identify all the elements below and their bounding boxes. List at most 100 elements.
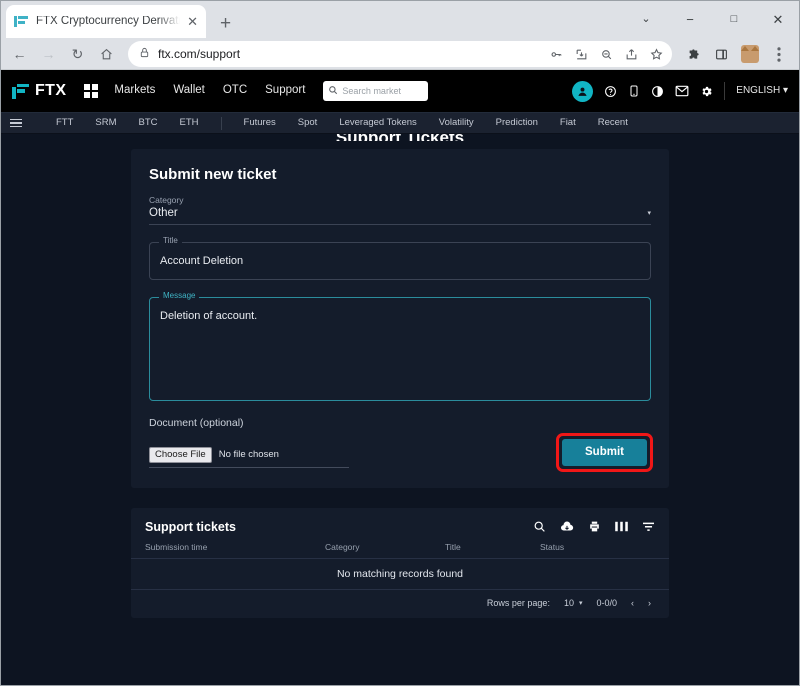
submit-highlight-box: Submit <box>556 432 653 473</box>
nav-divider <box>724 82 726 100</box>
tab-title: FTX Cryptocurrency Derivatives E <box>36 15 181 27</box>
file-input[interactable]: Choose File No file chosen <box>149 446 349 469</box>
bookmark-star-icon[interactable] <box>644 42 668 66</box>
language-label: ENGLISH <box>736 85 781 96</box>
sub-nav-btc[interactable]: BTC <box>139 118 158 128</box>
support-tickets-card: Support tickets Submission time Category… <box>131 508 669 619</box>
key-icon[interactable] <box>544 42 568 66</box>
column-submission-time[interactable]: Submission time <box>145 543 325 552</box>
account-icon[interactable] <box>572 80 594 102</box>
rows-per-page-select[interactable]: 10 ▾ <box>564 599 583 608</box>
chrome-menu-icon[interactable] <box>765 41 792 68</box>
market-search-input[interactable]: Search market <box>323 81 429 101</box>
settings-gear-icon[interactable] <box>700 85 713 98</box>
extensions-puzzle-icon[interactable] <box>680 41 707 68</box>
profile-avatar[interactable] <box>741 45 759 63</box>
install-icon[interactable] <box>569 42 593 66</box>
back-icon[interactable]: ← <box>6 41 33 68</box>
message-textarea-value: Deletion of account. <box>160 310 258 323</box>
nav-item-wallet[interactable]: Wallet <box>173 85 205 97</box>
rows-per-page-label: Rows per page: <box>486 598 550 609</box>
browser-toolbar: ← → ↻ ftx.com/support <box>0 38 800 70</box>
side-panel-icon[interactable] <box>708 41 735 68</box>
address-bar[interactable]: ftx.com/support <box>128 41 672 67</box>
sub-nav-ftt[interactable]: FTT <box>56 118 73 128</box>
url-text: ftx.com/support <box>158 47 241 61</box>
title-label: Title <box>159 237 182 245</box>
sub-nav-leveraged-tokens[interactable]: Leveraged Tokens <box>339 118 416 128</box>
support-tickets-title: Support tickets <box>145 519 236 534</box>
mobile-icon[interactable] <box>628 84 640 98</box>
table-toolbar <box>533 520 655 533</box>
filter-icon[interactable] <box>642 521 655 532</box>
tab-strip: FTX Cryptocurrency Derivatives E ✕ + ⌄ −… <box>0 0 800 38</box>
category-value: Other <box>149 206 178 219</box>
category-select[interactable]: Other ▾ <box>149 206 651 225</box>
share-icon[interactable] <box>619 42 643 66</box>
sub-nav-srm[interactable]: SRM <box>95 118 116 128</box>
home-icon[interactable] <box>93 41 120 68</box>
hamburger-icon[interactable] <box>10 118 22 128</box>
column-title[interactable]: Title <box>445 543 540 552</box>
search-icon <box>328 82 338 100</box>
print-icon[interactable] <box>588 520 601 533</box>
omnibox-actions <box>544 42 668 66</box>
ftx-nav-right: ENGLISH ▾ <box>572 80 788 102</box>
ftx-logo[interactable]: FTX <box>12 83 66 99</box>
next-page-button[interactable]: › <box>648 599 651 608</box>
browser-tab[interactable]: FTX Cryptocurrency Derivatives E ✕ <box>6 5 206 38</box>
nav-item-support[interactable]: Support <box>265 85 305 97</box>
mail-icon[interactable] <box>675 85 689 97</box>
tab-close-icon[interactable]: ✕ <box>187 15 198 28</box>
message-field[interactable]: Message Deletion of account. <box>149 292 651 402</box>
forward-icon[interactable]: → <box>35 41 62 68</box>
help-icon[interactable] <box>604 85 617 98</box>
chevron-down-icon: ▾ <box>578 600 583 608</box>
sub-nav-futures[interactable]: Futures <box>244 118 276 128</box>
close-window-button[interactable]: ✕ <box>756 13 800 26</box>
sub-nav-prediction[interactable]: Prediction <box>496 118 538 128</box>
ftx-brand-label: FTX <box>35 82 67 99</box>
submit-button[interactable]: Submit <box>562 438 647 467</box>
zoom-out-icon[interactable] <box>594 42 618 66</box>
ftx-sub-nav: FTT SRM BTC ETH Futures Spot Leveraged T… <box>0 112 800 134</box>
search-icon[interactable] <box>533 520 546 533</box>
minimize-button[interactable]: − <box>668 13 712 26</box>
browser-chrome: FTX Cryptocurrency Derivatives E ✕ + ⌄ −… <box>0 0 800 70</box>
new-tab-button[interactable]: + <box>220 14 231 33</box>
nav-item-markets[interactable]: Markets <box>114 85 155 97</box>
sub-nav-fiat[interactable]: Fiat <box>560 118 576 128</box>
window-controls: ⌄ − □ ✕ <box>624 0 800 38</box>
choose-file-button[interactable]: Choose File <box>149 446 212 464</box>
grid-apps-icon[interactable] <box>84 84 99 98</box>
table-empty-message: No matching records found <box>131 557 669 591</box>
title-field[interactable]: Title Account Deletion <box>149 237 651 281</box>
column-status[interactable]: Status <box>540 543 655 552</box>
document-label: Document (optional) <box>149 417 244 430</box>
tab-search-icon[interactable]: ⌄ <box>624 13 668 25</box>
columns-icon[interactable] <box>615 521 628 532</box>
toolbar-right-actions <box>680 41 794 68</box>
support-tickets-header: Support tickets <box>131 508 669 543</box>
message-label: Message <box>159 292 200 301</box>
language-selector[interactable]: ENGLISH ▾ <box>736 86 788 96</box>
sub-nav-eth[interactable]: ETH <box>180 118 199 128</box>
sub-nav-volatility[interactable]: Volatility <box>439 118 474 128</box>
prev-page-button[interactable]: ‹ <box>631 599 634 608</box>
document-submit-row: Choose File No file chosen Submit <box>149 432 653 473</box>
submit-ticket-heading: Submit new ticket <box>149 166 277 183</box>
download-cloud-icon[interactable] <box>560 521 574 533</box>
page-content: Support Tickets Submit new ticket Catego… <box>0 134 800 686</box>
reload-icon[interactable]: ↻ <box>64 41 91 68</box>
sub-nav-spot[interactable]: Spot <box>298 118 318 128</box>
sub-nav-recent[interactable]: Recent <box>598 118 628 128</box>
maximize-button[interactable]: □ <box>712 13 756 25</box>
table-pagination: Rows per page: 10 ▾ 0-0/0 ‹ › <box>131 590 669 612</box>
nav-item-otc[interactable]: OTC <box>223 85 247 97</box>
column-category[interactable]: Category <box>325 543 445 552</box>
sub-nav-divider <box>220 116 222 130</box>
page-title: Support Tickets <box>0 134 800 141</box>
theme-toggle-icon[interactable] <box>651 85 664 98</box>
table-header-row: Submission time Category Title Status <box>131 543 669 558</box>
ftx-top-nav: FTX Markets Wallet OTC Support Search ma… <box>0 70 800 112</box>
